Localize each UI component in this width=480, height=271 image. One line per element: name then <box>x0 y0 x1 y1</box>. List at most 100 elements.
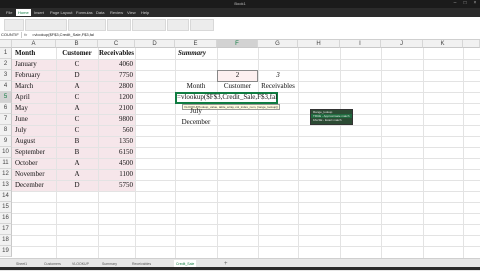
row-header-1[interactable]: 1 <box>0 48 12 59</box>
month-cell[interactable]: February <box>15 70 55 81</box>
name-box[interactable]: COUNTIF <box>1 32 22 38</box>
column-header-a[interactable]: A <box>12 40 56 48</box>
summary-header-customer[interactable]: Customer <box>217 81 258 92</box>
formula-input[interactable]: =vlookup($F$3,Credit_Sale,F$3,fal <box>32 32 94 38</box>
row-header-17[interactable]: 17 <box>0 224 12 235</box>
month-cell[interactable]: October <box>15 158 55 169</box>
row-header-2[interactable]: 2 <box>0 59 12 70</box>
tab-help[interactable]: Help <box>141 9 149 16</box>
month-cell[interactable]: December <box>15 180 55 191</box>
row-header-12[interactable]: 12 <box>0 169 12 180</box>
worksheet-grid[interactable]: A B C D E F G H I J K 1 2 3 4 5 6 7 8 9 … <box>0 40 480 258</box>
month-cell[interactable]: April <box>15 92 55 103</box>
row-header-3[interactable]: 3 <box>0 70 12 81</box>
month-cell[interactable]: January <box>15 59 55 70</box>
summary-e8[interactable]: December <box>175 117 217 128</box>
active-cell-formula[interactable]: =vlookup($F$3,Credit_Sale,F$3,fal <box>177 92 277 103</box>
customer-cell[interactable]: D <box>56 180 98 191</box>
row-header-18[interactable]: 18 <box>0 235 12 246</box>
receivables-cell[interactable]: 2100 <box>98 103 133 114</box>
tab-file[interactable]: File <box>6 9 12 16</box>
tab-insert[interactable]: Insert <box>34 9 44 16</box>
month-cell[interactable]: November <box>15 169 55 180</box>
summary-f3[interactable]: 2 <box>217 70 258 81</box>
tab-page-layout[interactable]: Page Layout <box>50 9 72 16</box>
customer-cell[interactable]: D <box>56 70 98 81</box>
row-header-11[interactable]: 11 <box>0 158 12 169</box>
column-header-b[interactable]: B <box>56 40 98 48</box>
customer-cell[interactable]: B <box>56 136 98 147</box>
column-header-d[interactable]: D <box>135 40 175 48</box>
column-header-g[interactable]: G <box>258 40 298 48</box>
table-header-customer[interactable]: Customer <box>56 48 98 59</box>
customer-cell[interactable]: A <box>56 103 98 114</box>
column-header-f[interactable]: F <box>217 40 258 48</box>
row-header-13[interactable]: 13 <box>0 180 12 191</box>
summary-title[interactable]: Summary <box>178 48 238 59</box>
row-header-8[interactable]: 8 <box>0 125 12 136</box>
column-header-e[interactable]: E <box>175 40 217 48</box>
customer-cell[interactable]: C <box>56 92 98 103</box>
table-header-receivables[interactable]: Receivables <box>96 48 134 59</box>
row-header-15[interactable]: 15 <box>0 202 12 213</box>
month-cell[interactable]: August <box>15 136 55 147</box>
row-header-4[interactable]: 4 <box>0 81 12 92</box>
month-cell[interactable]: March <box>15 81 55 92</box>
summary-header-receivables[interactable]: Receivables <box>258 81 298 92</box>
receivables-cell[interactable]: 2800 <box>98 81 133 92</box>
receivables-cell[interactable]: 1200 <box>98 92 133 103</box>
close-icon[interactable]: × <box>472 1 478 6</box>
customer-cell[interactable]: A <box>56 81 98 92</box>
row-header-10[interactable]: 10 <box>0 147 12 158</box>
alignment-group[interactable] <box>68 19 106 31</box>
summary-header-month[interactable]: Month <box>175 81 217 92</box>
font-group[interactable] <box>25 19 67 31</box>
summary-e7[interactable]: July <box>175 106 217 117</box>
maximize-icon[interactable]: □ <box>462 1 468 6</box>
tab-review[interactable]: Review <box>110 9 123 16</box>
receivables-cell[interactable]: 5750 <box>98 180 133 191</box>
customer-cell[interactable]: A <box>56 158 98 169</box>
receivables-cell[interactable]: 1100 <box>98 169 133 180</box>
receivables-cell[interactable]: 4500 <box>98 158 133 169</box>
row-header-7[interactable]: 7 <box>0 114 12 125</box>
customer-cell[interactable]: C <box>56 114 98 125</box>
row-header-9[interactable]: 9 <box>0 136 12 147</box>
column-header-j[interactable]: J <box>381 40 423 48</box>
autocomplete-dropdown[interactable]: Range_lookup TRUE - Approximate match FA… <box>310 109 353 125</box>
receivables-cell[interactable]: 7750 <box>98 70 133 81</box>
receivables-cell[interactable]: 4060 <box>98 59 133 70</box>
minimize-icon[interactable]: – <box>452 1 458 6</box>
row-header-6[interactable]: 6 <box>0 103 12 114</box>
month-cell[interactable]: May <box>15 103 55 114</box>
row-header-14[interactable]: 14 <box>0 191 12 202</box>
receivables-cell[interactable]: 6150 <box>98 147 133 158</box>
table-header-month[interactable]: Month <box>15 48 55 59</box>
number-group[interactable] <box>107 19 131 31</box>
row-header-16[interactable]: 16 <box>0 213 12 224</box>
column-header-c[interactable]: C <box>98 40 135 48</box>
summary-g3[interactable]: 3 <box>258 70 298 81</box>
tab-formulas[interactable]: Formulas <box>76 9 93 16</box>
customer-cell[interactable]: A <box>56 169 98 180</box>
tab-home[interactable]: Home <box>16 9 31 16</box>
month-cell[interactable]: July <box>15 125 55 136</box>
autocomplete-item[interactable]: FALSE - Exact match <box>311 118 352 122</box>
month-cell[interactable]: September <box>15 147 55 158</box>
customer-cell[interactable]: B <box>56 147 98 158</box>
column-header-k[interactable]: K <box>423 40 463 48</box>
column-header-h[interactable]: H <box>298 40 340 48</box>
row-header-5[interactable]: 5 <box>0 92 12 103</box>
clipboard-group[interactable] <box>4 19 24 31</box>
select-all-corner[interactable] <box>0 40 12 48</box>
month-cell[interactable]: June <box>15 114 55 125</box>
column-header-overflow[interactable] <box>463 40 480 48</box>
receivables-cell[interactable]: 560 <box>98 125 134 136</box>
customer-cell[interactable]: C <box>56 59 98 70</box>
row-header-19[interactable]: 19 <box>0 246 12 257</box>
styles-group[interactable] <box>132 19 166 31</box>
editing-group[interactable] <box>190 19 214 31</box>
cells-group[interactable] <box>167 19 189 31</box>
tab-data[interactable]: Data <box>96 9 104 16</box>
receivables-cell[interactable]: 9800 <box>98 114 133 125</box>
